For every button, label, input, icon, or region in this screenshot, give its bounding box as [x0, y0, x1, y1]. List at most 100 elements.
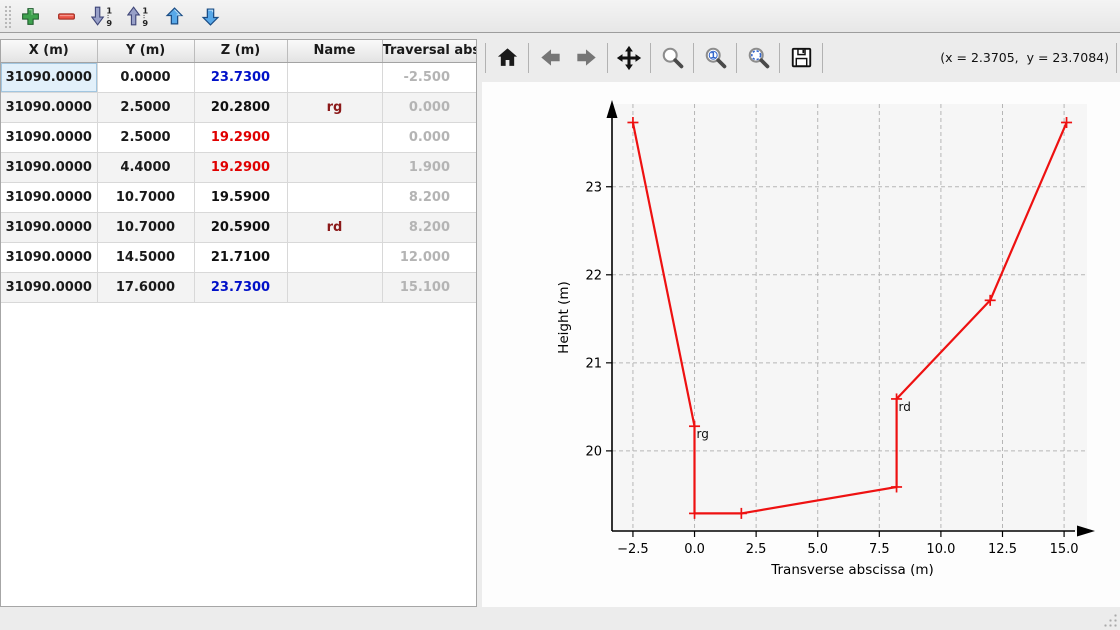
cell-traversal[interactable]: 8.200: [382, 182, 476, 212]
toolbar-grip[interactable]: [4, 5, 11, 28]
separator: [485, 43, 486, 73]
move-point-down-button[interactable]: [198, 4, 222, 28]
cell-z[interactable]: 21.7100: [194, 242, 287, 272]
cell-name[interactable]: [287, 182, 382, 212]
cell-z[interactable]: 19.5900: [194, 182, 287, 212]
table-row: 31090.00002.500019.2900 0.000: [1, 122, 476, 152]
cell-x[interactable]: 31090.0000: [1, 242, 97, 272]
cell-z[interactable]: 23.7300: [194, 62, 287, 92]
cell-z[interactable]: 23.7300: [194, 272, 287, 302]
sort-descending-button[interactable]: 1 9: [90, 4, 114, 28]
cell-z[interactable]: 20.2800: [194, 92, 287, 122]
table-row: 31090.00002.500020.2800rg0.000: [1, 92, 476, 122]
arrow-down-1-9-icon: 1 9: [91, 5, 113, 27]
cell-y[interactable]: 10.7000: [97, 182, 194, 212]
cell-x[interactable]: 31090.0000: [1, 152, 97, 182]
zoom-button[interactable]: [654, 40, 690, 76]
pan-arrows-icon: [616, 45, 642, 71]
forward-button[interactable]: [568, 40, 604, 76]
zoom-fit-button[interactable]: [740, 40, 776, 76]
points-table: X (m) Y (m) Z (m) Name Traversal abs (m)…: [1, 40, 476, 303]
sort-ascending-button[interactable]: 1 9: [126, 4, 150, 28]
arrow-left-icon: [538, 45, 563, 70]
cell-y[interactable]: 4.4000: [97, 152, 194, 182]
pan-button[interactable]: [611, 40, 647, 76]
cell-traversal[interactable]: 8.200: [382, 212, 476, 242]
cell-traversal[interactable]: 1.900: [382, 152, 476, 182]
column-header-x[interactable]: X (m): [1, 40, 97, 62]
cell-y[interactable]: 14.5000: [97, 242, 194, 272]
floppy-disk-icon: [789, 45, 814, 70]
home-icon: [495, 45, 520, 70]
cell-name[interactable]: [287, 122, 382, 152]
cell-traversal[interactable]: 15.100: [382, 272, 476, 302]
cell-x[interactable]: 31090.0000: [1, 182, 97, 212]
cell-y[interactable]: 2.5000: [97, 122, 194, 152]
cell-y[interactable]: 10.7000: [97, 212, 194, 242]
window-resize-grip[interactable]: [1102, 612, 1117, 627]
y-tick-label: 20: [585, 444, 602, 459]
cell-z[interactable]: 20.5900: [194, 212, 287, 242]
zoom-to-rect-button[interactable]: 1: [697, 40, 733, 76]
cell-x[interactable]: 31090.0000: [1, 92, 97, 122]
separator: [607, 43, 608, 73]
minus-icon: [56, 6, 77, 27]
cell-y[interactable]: 0.0000: [97, 62, 194, 92]
cell-traversal[interactable]: -2.500: [382, 62, 476, 92]
table-body: 31090.00000.000023.7300-2.50031090.00002…: [1, 62, 476, 302]
arrow-right-icon: [574, 45, 599, 70]
table-row: 31090.000010.700019.5900 8.200: [1, 182, 476, 212]
cell-name[interactable]: rd: [287, 212, 382, 242]
x-tick-label: 0.0: [684, 542, 705, 557]
plot-nav-toolbar: 1 (x = 2.3705, y = 23.7084): [482, 33, 1120, 82]
add-point-button[interactable]: [18, 4, 42, 28]
arrow-up-1-9-icon: 1 9: [127, 5, 149, 27]
separator: [693, 43, 694, 73]
main-toolbar: 1 9 1 9: [0, 0, 1120, 33]
blue-arrow-up-icon: [164, 6, 185, 27]
column-header-name[interactable]: Name: [287, 40, 382, 62]
cell-traversal[interactable]: 12.000: [382, 242, 476, 272]
column-header-z[interactable]: Z (m): [194, 40, 287, 62]
cell-name[interactable]: [287, 272, 382, 302]
separator: [650, 43, 651, 73]
home-button[interactable]: [489, 40, 525, 76]
x-tick-label: 10.0: [926, 542, 955, 557]
table-row: 31090.000010.700020.5900rd8.200: [1, 212, 476, 242]
cell-traversal[interactable]: 0.000: [382, 122, 476, 152]
cell-name[interactable]: [287, 152, 382, 182]
y-tick-label: 23: [585, 180, 602, 195]
column-header-traversal[interactable]: Traversal abs (m): [382, 40, 476, 62]
profile-figure: −2.50.02.55.07.510.012.515.020212223rgrd…: [482, 82, 1120, 607]
table-row: 31090.000014.500021.7100 12.000: [1, 242, 476, 272]
cell-traversal[interactable]: 0.000: [382, 92, 476, 122]
x-axis-title: Transverse abscissa (m): [770, 562, 934, 578]
x-tick-label: 2.5: [746, 542, 767, 557]
magnifier-icon: [660, 45, 685, 70]
cross-section-plot[interactable]: −2.50.02.55.07.510.012.515.020212223rgrd…: [482, 82, 1120, 607]
cell-name[interactable]: [287, 242, 382, 272]
cell-x[interactable]: 31090.0000: [1, 62, 97, 92]
cell-y[interactable]: 2.5000: [97, 92, 194, 122]
remove-point-button[interactable]: [54, 4, 78, 28]
save-figure-button[interactable]: [783, 40, 819, 76]
magnifier-dashed-circle-icon: [746, 45, 771, 70]
cell-x[interactable]: 31090.0000: [1, 272, 97, 302]
column-header-y[interactable]: Y (m): [97, 40, 194, 62]
move-point-up-button[interactable]: [162, 4, 186, 28]
cell-x[interactable]: 31090.0000: [1, 122, 97, 152]
separator: [1116, 43, 1117, 73]
cell-name[interactable]: rg: [287, 92, 382, 122]
cell-y[interactable]: 17.6000: [97, 272, 194, 302]
cursor-coordinates: (x = 2.3705, y = 23.7084): [940, 50, 1113, 65]
cell-z[interactable]: 19.2900: [194, 122, 287, 152]
cell-x[interactable]: 31090.0000: [1, 212, 97, 242]
svg-text:1: 1: [710, 50, 716, 60]
y-tick-label: 22: [585, 268, 602, 283]
cell-name[interactable]: [287, 62, 382, 92]
cell-z[interactable]: 19.2900: [194, 152, 287, 182]
table-row: 31090.00000.000023.7300 -2.500: [1, 62, 476, 92]
y-tick-label: 21: [585, 356, 602, 371]
blue-arrow-down-icon: [200, 6, 221, 27]
back-button[interactable]: [532, 40, 568, 76]
